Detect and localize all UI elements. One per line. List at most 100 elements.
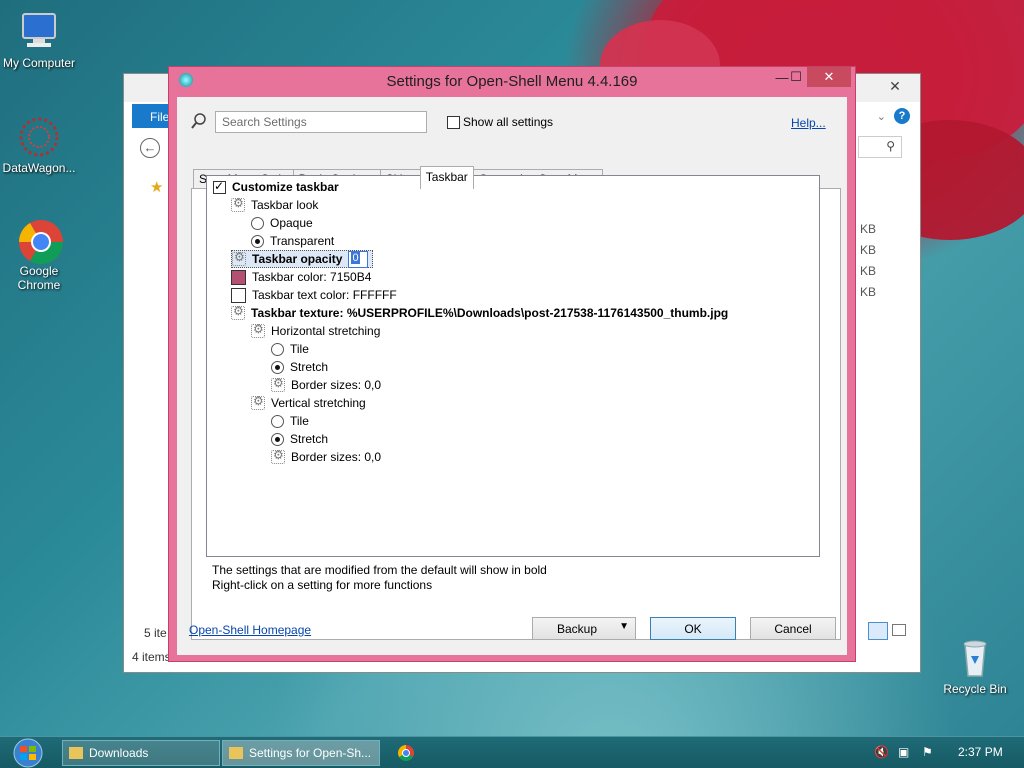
vertical-stretching-row[interactable]: Vertical stretching [251,394,366,412]
details-view-icon[interactable] [868,622,888,640]
action-center-icon[interactable]: ⚑ [922,745,933,759]
horizontal-stretching-label: Horizontal stretching [271,324,381,338]
help-icon[interactable]: ? [894,108,910,124]
customize-taskbar-label: Customize taskbar [232,180,339,194]
v-tile-row[interactable]: Tile [271,412,309,430]
volume-muted-icon[interactable]: 🔇 [874,745,889,759]
status-bottom: 4 items [132,650,171,664]
network-icon[interactable]: ▣ [898,745,909,759]
close-button[interactable]: ✕ [807,67,851,87]
desktop-icon-recycle-bin[interactable]: Recycle Bin [936,636,1014,696]
search-input[interactable]: Search Settings [215,111,427,133]
taskbar-text-color-swatch [231,287,246,303]
size-unit: KB [860,243,877,257]
customize-taskbar-row[interactable]: Customize taskbar [213,178,339,196]
search-icon [191,113,207,129]
gear-icon [231,304,245,320]
taskbar-button-settings[interactable]: Settings for Open-Sh... [222,740,380,766]
explorer-search-field[interactable]: ⚲ [858,136,902,158]
taskbar-text-color-label: Taskbar text color: FFFFFF [252,288,397,302]
gear-icon [231,196,245,212]
desktop: My Computer DataWagon... Google Chrome R… [0,0,1024,736]
opaque-label: Opaque [270,216,313,230]
v-stretch-radio[interactable] [271,432,284,446]
gear-icon [271,448,285,464]
recycle-bin-icon [953,636,997,680]
homepage-link[interactable]: Open-Shell Homepage [189,623,311,637]
backup-label: Backup [557,621,598,636]
taskbar-color-label: Taskbar color: 7150B4 [252,270,372,284]
taskbar-opacity-input[interactable]: 0 [348,250,369,268]
taskbar-look-row[interactable]: Taskbar look [231,196,318,214]
h-stretch-radio[interactable] [271,360,284,374]
note-right-click: Right-click on a setting for more functi… [212,578,433,592]
explorer-close-button[interactable]: ✕ [880,78,910,96]
chrome-center [402,749,410,757]
note-bold-settings: The settings that are modified from the … [212,563,547,577]
start-button[interactable] [8,737,50,768]
gear-icon [251,394,265,410]
dialog-title: Settings for Open-Shell Menu 4.4.169 [386,73,638,90]
h-border-row[interactable]: Border sizes: 0,0 [271,376,381,394]
dialog-client-area: Search Settings Show all settings Help..… [177,97,847,655]
desktop-icon-label: DataWagon... [2,161,76,175]
chevron-down-icon[interactable]: ⌄ [877,110,886,123]
desktop-icon-my-computer[interactable]: My Computer [0,10,78,70]
tab-taskbar[interactable]: Taskbar [419,166,474,189]
opaque-radio[interactable] [251,216,264,230]
desktop-icon-datawagon[interactable]: DataWagon... [0,115,78,175]
chevron-down-icon: ▼ [619,621,629,632]
backup-button[interactable]: Backup ▼ [532,617,636,640]
transparent-row[interactable]: Transparent [251,232,334,250]
h-tile-radio[interactable] [271,342,284,356]
v-stretch-label: Stretch [290,432,329,446]
gear-icon [251,322,265,338]
size-unit: KB [860,285,877,299]
h-tile-row[interactable]: Tile [271,340,309,358]
horizontal-stretching-row[interactable]: Horizontal stretching [251,322,380,340]
v-stretch-row[interactable]: Stretch [271,430,328,448]
taskbar-tab-panel: Customize taskbar Taskbar look Opaque Tr… [191,175,841,640]
opaque-row[interactable]: Opaque [251,214,313,232]
back-icon[interactable]: ← [140,138,160,158]
customize-taskbar-checkbox[interactable] [213,179,226,194]
help-link[interactable]: Help... [791,116,826,130]
h-stretch-row[interactable]: Stretch [271,358,328,376]
desktop-icon-chrome[interactable]: Google Chrome [0,218,78,292]
dialog-titlebar: Settings for Open-Shell Menu 4.4.169 — ☐… [169,67,855,95]
chrome-icon[interactable] [398,745,414,761]
nav-favorites-star-icon: ★ [150,179,164,196]
checkbox-box[interactable] [447,115,460,129]
taskbar-button-label: Downloads [89,746,149,760]
opacity-value: 0 [351,251,360,264]
settings-window-icon [229,747,243,759]
taskbar-text-color-row[interactable]: Taskbar text color: FFFFFF [231,286,397,304]
gear-icon [232,250,246,266]
v-border-label: Border sizes: 0,0 [291,450,382,464]
vertical-stretching-label: Vertical stretching [271,396,366,410]
taskbar-texture-row[interactable]: Taskbar texture: %USERPROFILE%\Downloads… [231,304,728,322]
search-icon: ⚲ [886,139,895,153]
tiles-view-icon[interactable] [892,624,906,636]
taskbar-look-label: Taskbar look [251,198,319,212]
show-all-settings-checkbox[interactable]: Show all settings [447,115,553,129]
h-stretch-label: Stretch [290,360,329,374]
taskbar-opacity-row[interactable]: Taskbar opacity 0 [231,250,374,268]
h-border-label: Border sizes: 0,0 [291,378,382,392]
v-border-row[interactable]: Border sizes: 0,0 [271,448,381,466]
cancel-button[interactable]: Cancel [750,617,836,640]
taskbar-color-row[interactable]: Taskbar color: 7150B4 [231,268,371,286]
clock[interactable]: 2:37 PM [958,745,1003,759]
transparent-radio[interactable] [251,234,264,248]
datawagon-icon [17,115,61,159]
taskbar-button-downloads[interactable]: Downloads [62,740,220,766]
settings-dialog: Settings for Open-Shell Menu 4.4.169 — ☐… [168,66,856,662]
computer-icon [17,10,61,54]
desktop-icon-label: Google Chrome [17,264,61,292]
taskbar: Downloads Settings for Open-Sh... 🔇 ▣ ⚑ … [0,736,1024,768]
v-tile-radio[interactable] [271,414,284,428]
ok-button[interactable]: OK [650,617,736,640]
status-items: 5 ite [144,626,167,640]
size-unit: KB [860,264,877,278]
v-tile-label: Tile [290,414,309,428]
